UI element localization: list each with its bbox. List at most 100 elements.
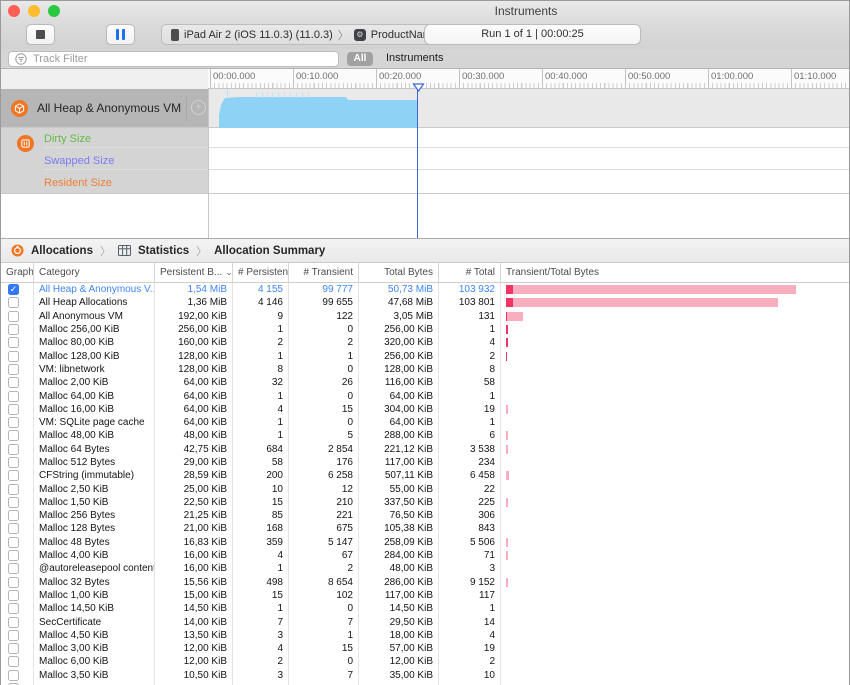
table-row[interactable]: Malloc 2,00 KiB64,00 KiB3226116,00 KiB58 [1,376,849,389]
table-row[interactable]: VM: libnetwork128,00 KiB80128,00 KiB8 [1,363,849,376]
table-row[interactable]: Malloc 128,00 KiB128,00 KiB11256,00 KiB2 [1,349,849,362]
memory-track-icon [17,135,34,152]
column-header-num-transient[interactable]: # Transient [289,263,359,282]
column-header-num-total[interactable]: # Total [439,263,501,282]
run-info[interactable]: Run 1 of 1 | 00:00:25 [424,24,641,45]
graph-checkbox[interactable] [8,603,19,614]
graph-checkbox[interactable] [8,484,19,495]
graph-checkbox[interactable] [8,364,19,375]
graph-checkbox[interactable] [8,510,19,521]
column-header-total-bytes[interactable]: Total Bytes [359,263,439,282]
table-row[interactable]: Malloc 256 Bytes21,25 KiB8522176,50 KiB3… [1,509,849,522]
table-row[interactable]: SecCertificate14,00 KiB7729,50 KiB14 [1,615,849,628]
usage-bar [506,578,508,587]
graph-checkbox[interactable] [8,297,19,308]
track-filter-field[interactable] [8,51,339,67]
all-badge[interactable]: All [347,52,373,66]
table-row[interactable]: @autoreleasepool content16,00 KiB1248,00… [1,562,849,575]
graph-checkbox[interactable] [8,377,19,388]
track-label-vm-sizes[interactable]: Dirty Size Swapped Size Resident Size [1,128,208,193]
column-header-num-persistent[interactable]: # Persistent [233,263,289,282]
minimize-window-icon[interactable] [28,5,40,17]
app-icon: ⚙ [354,29,366,41]
table-row[interactable]: Malloc 48 Bytes16,83 KiB3595 147258,09 K… [1,536,849,549]
table-row[interactable]: Malloc 4,50 KiB13,50 KiB3118,00 KiB4 [1,629,849,642]
track-all-heap[interactable]: All Heap & Anonymous VM + [1,89,849,128]
column-header-persistent-bytes[interactable]: Persistent B...⌄ [155,263,233,282]
graph-checkbox[interactable] [8,630,19,641]
graph-checkbox[interactable] [8,404,19,415]
graph-checkbox[interactable] [8,523,19,534]
track-filter-input[interactable] [33,53,332,65]
table-row[interactable]: Malloc 3,00 KiB12,00 KiB41557,00 KiB19 [1,642,849,655]
table-row[interactable]: ✓All Heap & Anonymous V...1,54 MiB4 1559… [1,283,849,296]
graph-checkbox[interactable] [8,537,19,548]
track-label-all-heap[interactable]: All Heap & Anonymous VM + [1,89,208,127]
playhead-line[interactable] [417,89,418,238]
graph-checkbox[interactable] [8,617,19,628]
graph-checkbox[interactable] [8,337,19,348]
table-row[interactable]: Malloc 2,50 KiB25,00 KiB101255,00 KiB22 [1,482,849,495]
graph-checkbox[interactable] [8,444,19,455]
table-row[interactable]: Malloc 14,50 KiB14,50 KiB1014,50 KiB1 [1,602,849,615]
time-ruler[interactable]: 00:00.00000:10.00000:20.00000:30.00000:4… [1,69,849,89]
stat-label-swapped-size[interactable]: Swapped Size [44,155,114,167]
table-row[interactable]: Malloc 1,00 KiB15,00 KiB15102117,00 KiB1… [1,589,849,602]
graph-checkbox[interactable] [8,391,19,402]
graph-checkbox[interactable] [8,457,19,468]
table-row[interactable]: Malloc 64 Bytes42,75 KiB6842 854221,12 K… [1,443,849,456]
breadcrumb-allocations[interactable]: Allocations [31,245,93,257]
table-row[interactable]: Malloc 48,00 KiB48,00 KiB15288,00 KiB6 [1,429,849,442]
table-row[interactable]: Malloc 4,00 KiB16,00 KiB467284,00 KiB71 [1,549,849,562]
usage-bar [506,338,508,347]
track-vm-sizes[interactable]: Dirty Size Swapped Size Resident Size [1,128,849,194]
graph-checkbox[interactable] [8,577,19,588]
table-row[interactable]: All Anonymous VM192,00 KiB91223,05 MiB13… [1,310,849,323]
graph-checkbox[interactable] [8,470,19,481]
graph-checkbox[interactable] [8,497,19,508]
table-row[interactable]: All Heap Allocations1,36 MiB4 14699 6554… [1,296,849,309]
table-row[interactable]: Malloc 256,00 KiB256,00 KiB10256,00 KiB1 [1,323,849,336]
close-window-icon[interactable] [8,5,20,17]
stop-button[interactable] [26,24,55,45]
graph-checkbox[interactable] [8,311,19,322]
graph-checkbox[interactable] [8,590,19,601]
table-row[interactable]: Malloc 16,00 KiB64,00 KiB415304,00 KiB19 [1,403,849,416]
column-header-transient-total-bytes[interactable]: Transient/Total Bytes [501,263,849,282]
breadcrumb-statistics[interactable]: Statistics [138,245,189,257]
allocation-summary-table[interactable]: ✓All Heap & Anonymous V...1,54 MiB4 1559… [1,283,849,685]
table-row[interactable]: Malloc 80,00 KiB160,00 KiB22320,00 KiB4 [1,336,849,349]
table-row[interactable]: Malloc 512 Bytes29,00 KiB58176117,00 KiB… [1,456,849,469]
table-row[interactable]: VM: SQLite page cache64,00 KiB1064,00 Ki… [1,416,849,429]
table-row[interactable]: Malloc 128 Bytes21,00 KiB168675105,38 Ki… [1,522,849,535]
category-cell: Malloc 128 Bytes [34,522,155,535]
pause-button[interactable] [106,24,135,45]
category-cell: Malloc 3,50 KiB [34,669,155,682]
table-row[interactable]: Malloc 6,00 KiB12,00 KiB2012,00 KiB2 [1,655,849,668]
graph-checkbox[interactable] [8,351,19,362]
graph-checkbox-checked[interactable]: ✓ [8,284,19,295]
graph-checkbox[interactable] [8,417,19,428]
stat-label-dirty-size[interactable]: Dirty Size [44,133,91,145]
column-header-category[interactable]: Category [34,263,155,282]
graph-checkbox[interactable] [8,324,19,335]
graph-checkbox[interactable] [8,670,19,681]
table-row[interactable]: Malloc 1,50 KiB22,50 KiB15210337,50 KiB2… [1,496,849,509]
add-instrument-button[interactable]: + [191,100,206,115]
playhead-marker-icon[interactable] [412,83,425,92]
graph-checkbox[interactable] [8,656,19,667]
stat-label-resident-size[interactable]: Resident Size [44,177,112,189]
transient-total-bar-cell [501,310,849,323]
table-row[interactable]: CFString (immutable)28,59 KiB2006 258507… [1,469,849,482]
zoom-window-icon[interactable] [48,5,60,17]
breadcrumb-allocation-summary[interactable]: Allocation Summary [214,245,325,257]
transient-total-bar-cell [501,629,849,642]
table-row[interactable]: Malloc 3,50 KiB10,50 KiB3735,00 KiB10 [1,669,849,682]
graph-checkbox[interactable] [8,430,19,441]
column-header-graph[interactable]: Graph [1,263,34,282]
table-row[interactable]: Malloc 64,00 KiB64,00 KiB1064,00 KiB1 [1,389,849,402]
graph-checkbox[interactable] [8,563,19,574]
graph-checkbox[interactable] [8,550,19,561]
graph-checkbox[interactable] [8,643,19,654]
table-row[interactable]: Malloc 32 Bytes15,56 KiB4988 654286,00 K… [1,576,849,589]
